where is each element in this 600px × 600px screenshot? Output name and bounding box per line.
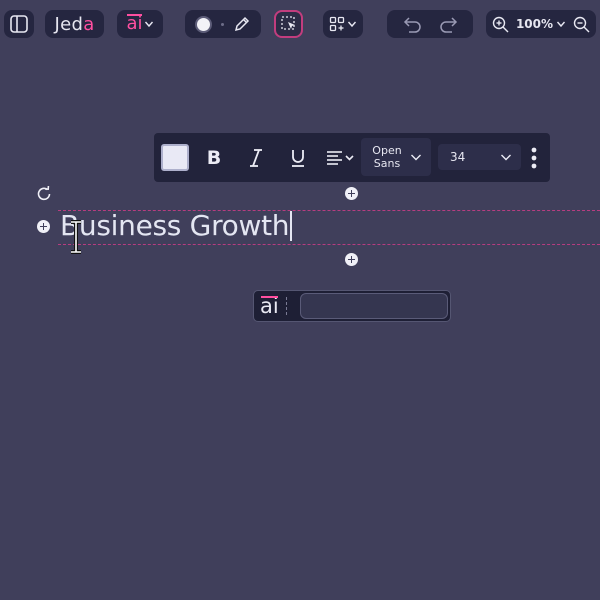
pencil-icon[interactable]: [233, 15, 251, 33]
zoom-level-value: 100%: [515, 17, 554, 31]
zoom-out-icon[interactable]: [573, 16, 590, 33]
ai-prompt-box: ai: [253, 290, 451, 322]
font-size-dropdown[interactable]: 34: [438, 144, 521, 170]
select-tool-button[interactable]: [274, 10, 303, 38]
draw-tools-group: [185, 10, 261, 38]
chevron-down-icon: [347, 19, 357, 29]
font-size-value: 34: [450, 150, 466, 164]
bold-button[interactable]: B: [202, 145, 226, 171]
undo-icon[interactable]: [403, 15, 423, 33]
text-align-dropdown[interactable]: [325, 145, 357, 171]
chevron-down-icon: [500, 152, 512, 162]
underline-icon: [292, 150, 304, 167]
title-text-content: Business Growth: [60, 209, 290, 242]
align-left-icon: [327, 151, 354, 165]
text-block-title[interactable]: Business Growth: [60, 209, 292, 242]
sidebar-toggle-button[interactable]: [4, 10, 34, 38]
rotate-handle[interactable]: [35, 185, 53, 203]
italic-icon: [250, 149, 262, 167]
logo-accent-letter: a: [83, 13, 95, 35]
components-menu-button[interactable]: [323, 10, 363, 38]
ai-menu-label: ai: [126, 13, 143, 34]
add-block-left-button[interactable]: [37, 220, 50, 233]
font-family-dropdown[interactable]: Open Sans: [361, 138, 431, 176]
chevron-down-icon: [410, 152, 422, 162]
zoom-level-dropdown[interactable]: 100%: [516, 17, 566, 31]
ai-icon: ai: [126, 13, 143, 34]
ai-menu-button[interactable]: ai: [117, 10, 163, 38]
sidebar-panel-icon: [9, 14, 29, 34]
add-block-above-button[interactable]: [345, 187, 358, 200]
select-cursor-icon: [280, 15, 298, 33]
more-options-button[interactable]: [528, 146, 540, 170]
rotate-icon: [37, 185, 51, 201]
chevron-down-icon: [556, 19, 566, 29]
redo-icon[interactable]: [438, 15, 458, 33]
ibeam-cursor-icon: [68, 220, 84, 254]
zoom-in-icon[interactable]: [492, 16, 509, 33]
ai-icon: ai: [260, 295, 279, 317]
separator-dot: [220, 22, 224, 26]
divider: [285, 297, 287, 315]
chevron-down-icon: [144, 19, 154, 29]
font-name-line2: Sans: [373, 157, 401, 170]
kebab-menu-icon: [531, 147, 537, 169]
italic-button[interactable]: [244, 145, 268, 171]
zoom-controls: 100%: [486, 10, 596, 38]
selection-guide-bottom: [58, 244, 600, 245]
app-logo[interactable]: Jed a: [45, 10, 104, 38]
text-caret: [290, 211, 292, 241]
logo-text: Jed: [54, 13, 84, 35]
font-name-line1: Open: [372, 144, 402, 157]
text-color-swatch[interactable]: [161, 144, 189, 171]
undo-redo-group: [387, 10, 473, 38]
ai-prompt-input[interactable]: [300, 293, 448, 319]
font-family-value: Open Sans: [370, 144, 404, 170]
add-block-below-button[interactable]: [345, 253, 358, 266]
grid-components-icon: [329, 16, 345, 32]
text-format-toolbar: B Open Sans 34: [154, 133, 550, 182]
underline-button[interactable]: [286, 145, 310, 171]
fill-color-picker[interactable]: [195, 15, 213, 33]
